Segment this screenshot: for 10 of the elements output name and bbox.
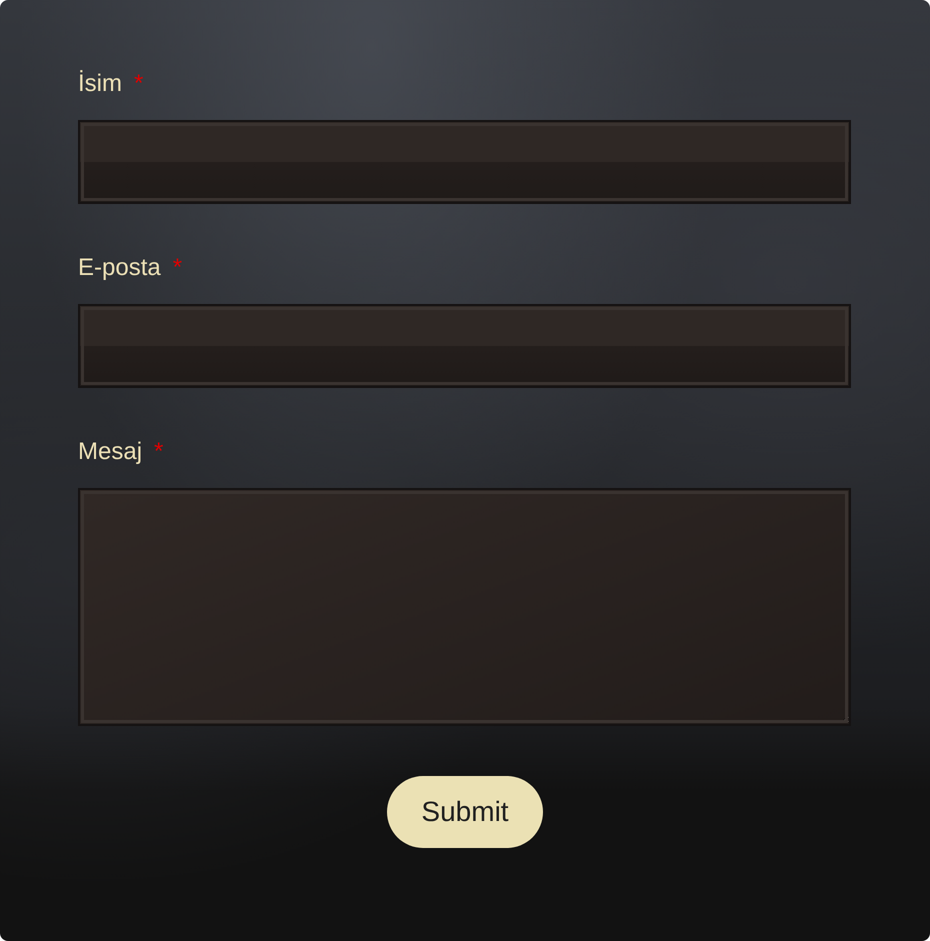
- required-mark: *: [172, 254, 182, 282]
- field-label: Mesaj: [78, 438, 142, 466]
- field-label: İsim: [78, 70, 122, 98]
- field-label: E-posta: [78, 254, 161, 282]
- required-mark: *: [154, 438, 164, 466]
- submit-button[interactable]: Submit: [387, 776, 543, 848]
- required-mark: *: [134, 70, 144, 98]
- input-field[interactable]: [78, 304, 851, 388]
- message-field[interactable]: [78, 488, 851, 726]
- input-field[interactable]: [78, 120, 851, 204]
